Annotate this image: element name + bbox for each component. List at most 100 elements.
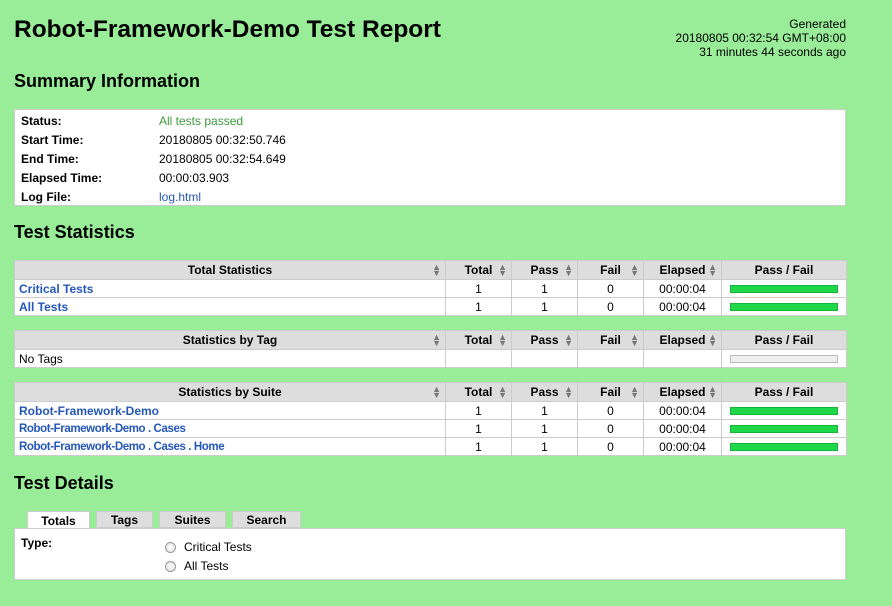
- col-header-name[interactable]: Total Statistics ▲ ▼: [14, 260, 446, 280]
- tab-tags[interactable]: Tags: [96, 511, 153, 528]
- table-row: Robot-Framework-Demo . Cases . Home 1 1 …: [14, 437, 847, 456]
- col-header-elapsed[interactable]: Elapsed ▲ ▼: [643, 260, 722, 280]
- cell-total: 1: [445, 401, 512, 420]
- radio-label: All Tests: [184, 559, 229, 573]
- cell-fail: 0: [577, 279, 644, 298]
- cell-elapsed: 00:00:04: [643, 437, 722, 456]
- sort-icon: ▲ ▼: [498, 384, 507, 400]
- summary-key: End Time:: [21, 152, 79, 166]
- tab-suites[interactable]: Suites: [159, 511, 226, 528]
- sort-icon: ▲ ▼: [564, 384, 573, 400]
- radio-circle[interactable]: [165, 560, 176, 572]
- summary-row-end: End Time: 20180805 00:32:54.649: [21, 150, 845, 169]
- col-header-name[interactable]: Statistics by Suite ▲ ▼: [14, 382, 446, 402]
- summary-heading: Summary Information: [14, 71, 201, 91]
- suite-statistics-table: Statistics by Suite ▲ ▼ Total ▲ ▼ Pass ▲ ▼ Fai…: [14, 382, 847, 456]
- cell-fail: 0: [577, 419, 644, 438]
- statistics-heading: Test Statistics: [14, 222, 135, 242]
- sort-icon: ▲ ▼: [630, 332, 639, 348]
- col-header-fail[interactable]: Fail ▲ ▼: [577, 330, 644, 350]
- table-row: Robot-Framework-Demo 1 1 0 00:00:04: [14, 401, 847, 420]
- start-time-value: 20180805 00:32:50.746: [159, 133, 286, 147]
- pass-fail-bar: [730, 406, 838, 415]
- total-statistics-table: Total Statistics ▲ ▼ Total ▲ ▼ Pass ▲ ▼ Fail ▲ ▼…: [14, 260, 847, 316]
- cell-pass: 1: [511, 401, 578, 420]
- tab-totals[interactable]: Totals: [27, 511, 90, 529]
- col-header-elapsed[interactable]: Elapsed ▲ ▼: [643, 382, 722, 402]
- log-file-link[interactable]: log.html: [159, 188, 201, 207]
- cell-elapsed: 00:00:04: [643, 279, 722, 298]
- col-header-pass[interactable]: Pass ▲ ▼: [511, 260, 578, 280]
- summary-row-elapsed: Elapsed Time: 00:00:03.903: [21, 169, 845, 188]
- col-header-total[interactable]: Total ▲ ▼: [445, 330, 512, 350]
- summary-key: Start Time:: [21, 133, 84, 147]
- cell-elapsed: 00:00:04: [643, 419, 722, 438]
- radio-all-tests[interactable]: All Tests: [165, 559, 228, 573]
- radio-circle[interactable]: [165, 541, 176, 553]
- pass-fail-bar: [730, 424, 838, 433]
- sort-icon: ▲ ▼: [564, 332, 573, 348]
- table-row: All Tests 1 1 0 00:00:04: [14, 297, 847, 316]
- summary-table: Status: All tests passed Start Time: 201…: [14, 109, 846, 206]
- type-label: Type:: [21, 536, 53, 550]
- cell-total: 1: [445, 279, 512, 298]
- summary-row-status: Status: All tests passed: [21, 112, 845, 131]
- summary-row-start: Start Time: 20180805 00:32:50.746: [21, 131, 845, 150]
- report-title: Robot-Framework-Demo Test Report: [14, 16, 441, 43]
- col-header-pass-fail: Pass / Fail: [721, 260, 847, 280]
- suite-link-robot-framework-demo[interactable]: Robot-Framework-Demo: [19, 404, 159, 418]
- cell-total: 1: [445, 437, 512, 456]
- suite-link-cases[interactable]: Robot-Framework-Demo . Cases: [19, 423, 186, 435]
- sort-icon: ▲ ▼: [630, 262, 639, 278]
- cell-pass: 1: [511, 279, 578, 298]
- summary-row-log: Log File: log.html: [21, 188, 845, 207]
- cell-total: 1: [445, 297, 512, 316]
- sort-icon: ▲ ▼: [432, 262, 441, 278]
- cell-pass: 1: [511, 419, 578, 438]
- pass-fail-bar: [730, 302, 838, 311]
- col-header-total[interactable]: Total ▲ ▼: [445, 382, 512, 402]
- stat-link-critical-tests[interactable]: Critical Tests: [19, 282, 93, 296]
- summary-key: Status:: [21, 114, 62, 128]
- table-row: Critical Tests 1 1 0 00:00:04: [14, 279, 847, 298]
- col-header-fail[interactable]: Fail ▲ ▼: [577, 382, 644, 402]
- sort-icon: ▲ ▼: [708, 384, 717, 400]
- sort-icon: ▲ ▼: [432, 384, 441, 400]
- details-tabs: Totals Tags Suites Search: [27, 511, 301, 529]
- elapsed-time-value: 00:00:03.903: [159, 171, 230, 185]
- col-header-pass[interactable]: Pass ▲ ▼: [511, 382, 578, 402]
- details-panel: Type: Critical Tests All Tests: [14, 528, 846, 580]
- cell-pass: 1: [511, 297, 578, 316]
- sort-icon: ▲ ▼: [498, 262, 507, 278]
- stat-link-all-tests[interactable]: All Tests: [19, 300, 68, 314]
- suite-link-cases-home[interactable]: Robot-Framework-Demo . Cases . Home: [19, 441, 225, 453]
- cell-fail: 0: [577, 297, 644, 316]
- generated-label: Generated: [789, 17, 846, 31]
- end-time-value: 20180805 00:32:54.649: [159, 152, 286, 166]
- sort-icon: ▲ ▼: [630, 384, 639, 400]
- sort-icon: ▲ ▼: [564, 262, 573, 278]
- radio-label: Critical Tests: [184, 540, 252, 554]
- generated-ago: 31 minutes 44 seconds ago: [699, 45, 846, 59]
- col-header-pass-fail: Pass / Fail: [721, 330, 847, 350]
- pass-fail-bar: [730, 442, 838, 451]
- col-header-pass[interactable]: Pass ▲ ▼: [511, 330, 578, 350]
- col-header-fail[interactable]: Fail ▲ ▼: [577, 260, 644, 280]
- generated-info: Generated 20180805 00:32:54 GMT+08:00 31…: [676, 17, 846, 59]
- sort-icon: ▲ ▼: [498, 332, 507, 348]
- col-header-name[interactable]: Statistics by Tag ▲ ▼: [14, 330, 446, 350]
- cell-pass: 1: [511, 437, 578, 456]
- col-header-elapsed[interactable]: Elapsed ▲ ▼: [643, 330, 722, 350]
- cell-total: 1: [445, 419, 512, 438]
- table-row: No Tags: [14, 349, 847, 368]
- cell-elapsed: 00:00:04: [643, 297, 722, 316]
- tab-search[interactable]: Search: [232, 511, 301, 528]
- radio-critical-tests[interactable]: Critical Tests: [165, 540, 252, 554]
- no-tags-label: No Tags: [14, 349, 446, 368]
- generated-timestamp: 20180805 00:32:54 GMT+08:00: [675, 31, 846, 45]
- col-header-total[interactable]: Total ▲ ▼: [445, 260, 512, 280]
- sort-icon: ▲ ▼: [708, 332, 717, 348]
- pass-fail-bar: [730, 284, 838, 293]
- summary-key: Log File:: [21, 190, 71, 204]
- cell-elapsed: 00:00:04: [643, 401, 722, 420]
